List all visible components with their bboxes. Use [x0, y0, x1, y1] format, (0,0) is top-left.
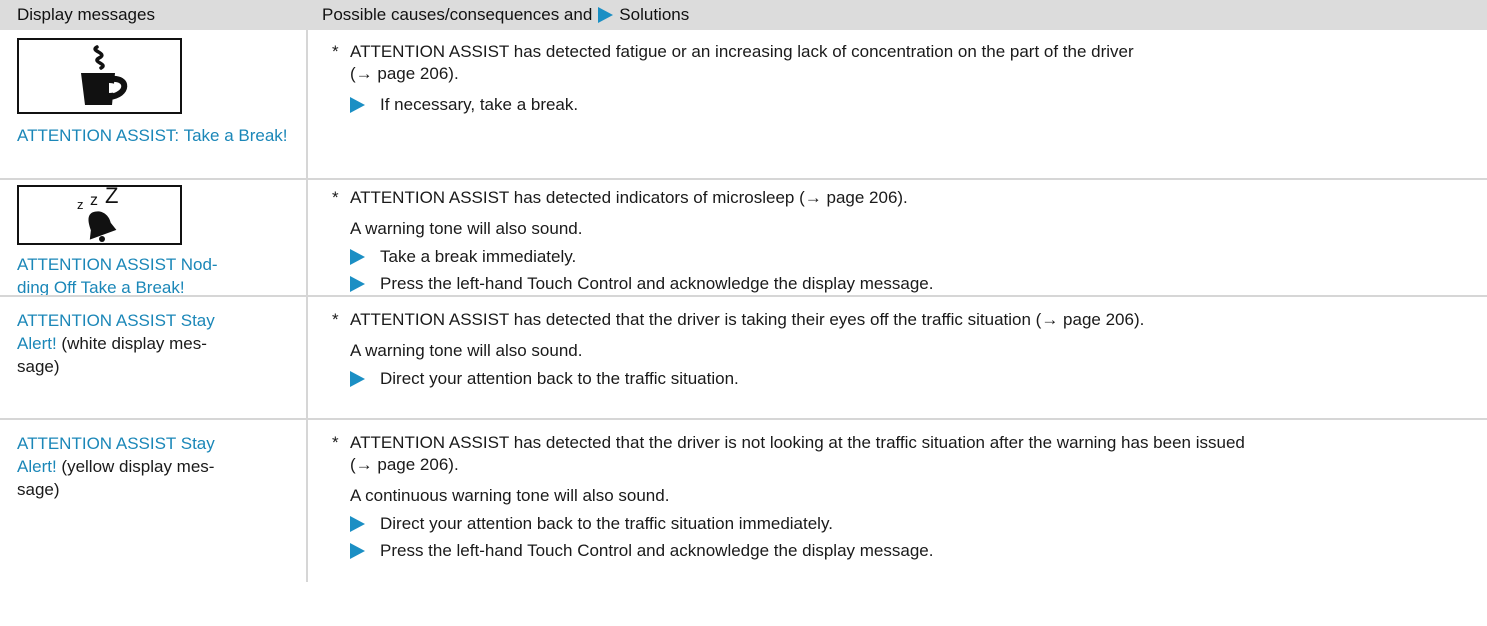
- page-reference: (→ page 206).: [350, 64, 459, 83]
- page-reference: (→ page 206).: [350, 455, 459, 474]
- message-note: (yellow display mes-: [56, 457, 215, 476]
- solution-arrow-icon: [350, 276, 365, 292]
- solution-arrow-icon: [350, 516, 365, 532]
- causes-cell: * ATTENTION ASSIST has detected that the…: [308, 420, 1487, 582]
- table-row: ATTENTION ASSIST Stay Alert! (white disp…: [0, 295, 1487, 418]
- message-cell: ATTENTION ASSIST: Take a Break!: [0, 30, 308, 178]
- svg-text:Z: Z: [105, 187, 118, 208]
- message-text: Alert!: [17, 334, 57, 353]
- solution-arrow-icon: [350, 97, 365, 113]
- solution-arrow-icon: [350, 371, 365, 387]
- message-text: ATTENTION ASSIST Stay: [17, 434, 215, 453]
- causes-cell: * ATTENTION ASSIST has detected indicato…: [308, 180, 1487, 295]
- solution-item: Take a break immediately.: [332, 246, 1487, 268]
- header-causes-solutions: Possible causes/consequences and Solutio…: [308, 5, 689, 25]
- causes-cell: * ATTENTION ASSIST has detected that the…: [308, 297, 1487, 418]
- solution-arrow-icon: [350, 543, 365, 559]
- cause-text: * ATTENTION ASSIST has detected fatigue …: [332, 42, 1134, 83]
- cause-text: * ATTENTION ASSIST has detected that the…: [332, 433, 1245, 474]
- table-row: z z Z ATTENTION ASSIST Nod- ding Off Tak…: [0, 178, 1487, 297]
- solution-item: Direct your attention back to the traffi…: [332, 368, 1487, 390]
- note-text: A continuous warning tone will also soun…: [350, 486, 670, 505]
- header-causes-label: Possible causes/consequences and: [322, 5, 593, 24]
- solution-item: Direct your attention back to the traffi…: [332, 513, 1487, 535]
- solution-item: Press the left-hand Touch Control and ac…: [332, 540, 1487, 562]
- note-text: A warning tone will also sound.: [350, 219, 583, 238]
- message-note: sage): [17, 480, 60, 499]
- solution-arrow-icon: [598, 7, 614, 23]
- header-solutions-label: Solutions: [619, 5, 690, 24]
- message-cell: ATTENTION ASSIST Stay Alert! (white disp…: [0, 297, 308, 418]
- svg-text:z: z: [90, 192, 98, 209]
- solution-arrow-icon: [350, 249, 365, 265]
- causes-cell: * ATTENTION ASSIST has detected fatigue …: [308, 30, 1487, 178]
- note-text: A warning tone will also sound.: [350, 341, 583, 360]
- table-row: ATTENTION ASSIST Stay Alert! (yellow dis…: [0, 418, 1487, 582]
- solution-item: If necessary, take a break.: [332, 94, 1487, 116]
- cause-text: * ATTENTION ASSIST has detected indicato…: [332, 188, 908, 207]
- header-display-messages: Display messages: [17, 5, 155, 24]
- svg-text:z: z: [77, 197, 84, 212]
- display-messages-table: Display messages Possible causes/consequ…: [0, 0, 1487, 582]
- message-cell: ATTENTION ASSIST Stay Alert! (yellow dis…: [0, 420, 308, 582]
- table-row: ATTENTION ASSIST: Take a Break! * ATTENT…: [0, 30, 1487, 178]
- message-note: sage): [17, 357, 60, 376]
- cause-text: * ATTENTION ASSIST has detected that the…: [332, 310, 1145, 329]
- message-text: Alert!: [17, 457, 57, 476]
- coffee-cup-icon: [17, 38, 182, 114]
- sleeping-bell-icon: z z Z: [17, 185, 182, 245]
- solution-item: Press the left-hand Touch Control and ac…: [332, 273, 1487, 295]
- table-header: Display messages Possible causes/consequ…: [0, 0, 1487, 30]
- message-note: (white display mes-: [56, 334, 207, 353]
- message-text: ATTENTION ASSIST: Take a Break!: [17, 126, 288, 145]
- message-text: ATTENTION ASSIST Nod-: [17, 255, 218, 274]
- message-cell: z z Z ATTENTION ASSIST Nod- ding Off Tak…: [0, 180, 308, 297]
- message-text: ATTENTION ASSIST Stay: [17, 311, 215, 330]
